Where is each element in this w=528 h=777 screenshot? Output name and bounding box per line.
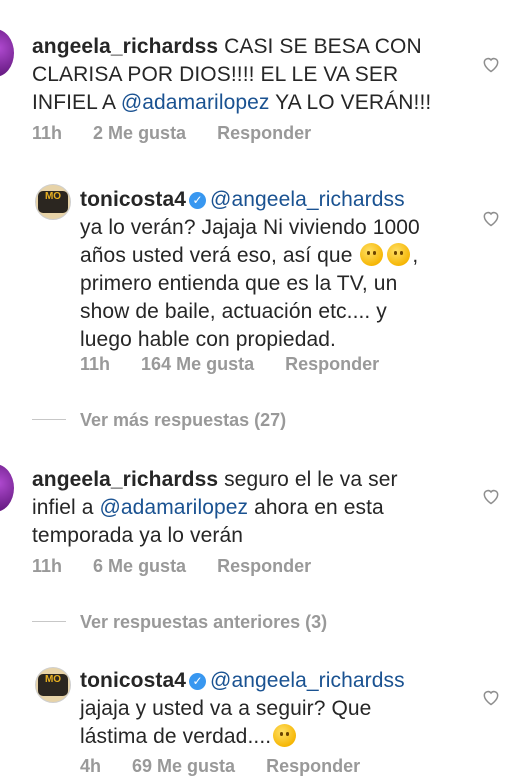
heart-icon[interactable] xyxy=(481,208,501,228)
view-more-replies-button[interactable]: Ver más respuestas (27) xyxy=(32,410,286,431)
mention-link[interactable]: @adamarilopez xyxy=(99,496,248,519)
heart-icon[interactable] xyxy=(481,486,501,506)
username-link[interactable]: angeela_richardss xyxy=(32,35,218,58)
comment-text: angeela_richardss CASI SE BESA CON CLARI… xyxy=(32,35,432,114)
username-link[interactable]: tonicosta4 xyxy=(80,188,186,211)
user-avatar[interactable]: MO xyxy=(35,667,71,703)
heart-icon[interactable] xyxy=(481,54,501,74)
likes-count[interactable]: 164 Me gusta xyxy=(141,354,254,374)
shushing-emoji-icon xyxy=(360,243,384,266)
likes-count[interactable]: 2 Me gusta xyxy=(93,123,186,143)
divider xyxy=(32,419,66,420)
comment-3: angeela_richardss seguro el le va ser in… xyxy=(0,450,528,590)
likes-count[interactable]: 69 Me gusta xyxy=(132,756,235,776)
timestamp: 4h xyxy=(80,756,102,776)
verified-badge-icon: ✓ xyxy=(189,192,207,209)
comment-4: MO tonicosta4 ✓ @angeela_richardss jajaja … xyxy=(0,650,528,776)
smiley-emoji-icon xyxy=(387,243,411,266)
reply-button[interactable]: Responder xyxy=(285,354,379,374)
comment-2: MO tonicosta4 ✓ @angeela_richardss ya lo v… xyxy=(0,160,528,390)
avatar-logo: MO xyxy=(38,191,68,213)
heart-icon[interactable] xyxy=(481,687,501,707)
mention-link[interactable]: @adamarilopez xyxy=(121,91,270,114)
username-link[interactable]: angeela_richardss xyxy=(32,468,218,491)
likes-count[interactable]: 6 Me gusta xyxy=(93,556,186,576)
comment-meta: 11h 6 Me gusta Responder xyxy=(32,556,337,577)
comment-text: angeela_richardss seguro el le va ser in… xyxy=(32,468,398,547)
reply-button[interactable]: Responder xyxy=(217,556,311,576)
comment-text: tonicosta4 ✓ @angeela_richardss jajaja y u… xyxy=(80,669,405,748)
reply-button[interactable]: Responder xyxy=(217,123,311,143)
comment-1: angeela_richardss CASI SE BESA CON CLARI… xyxy=(0,0,528,160)
timestamp: 11h xyxy=(32,123,63,143)
winking-emoji-icon xyxy=(273,724,297,747)
verified-badge-icon: ✓ xyxy=(189,673,207,690)
comment-meta: 11h 164 Me gusta Responder xyxy=(80,354,405,375)
mention-link[interactable]: @angeela_richardss xyxy=(210,669,405,692)
comment-meta: 4h 69 Me gusta Responder xyxy=(80,756,386,777)
mention-link[interactable]: @angeela_richardss xyxy=(210,188,405,211)
avatar-logo: MO xyxy=(38,674,68,696)
user-avatar[interactable] xyxy=(0,464,14,512)
user-avatar[interactable]: MO xyxy=(35,184,71,220)
divider xyxy=(32,621,66,622)
reply-button[interactable]: Responder xyxy=(266,756,360,776)
comment-meta: 11h 2 Me gusta Responder xyxy=(32,123,337,144)
view-previous-replies-button[interactable]: Ver respuestas anteriores (3) xyxy=(32,612,327,633)
user-avatar[interactable] xyxy=(0,29,14,77)
username-link[interactable]: tonicosta4 xyxy=(80,669,186,692)
timestamp: 11h xyxy=(32,556,63,576)
timestamp: 11h xyxy=(80,354,111,374)
comment-text: tonicosta4 ✓ @angeela_richardss ya lo verá… xyxy=(80,188,420,351)
